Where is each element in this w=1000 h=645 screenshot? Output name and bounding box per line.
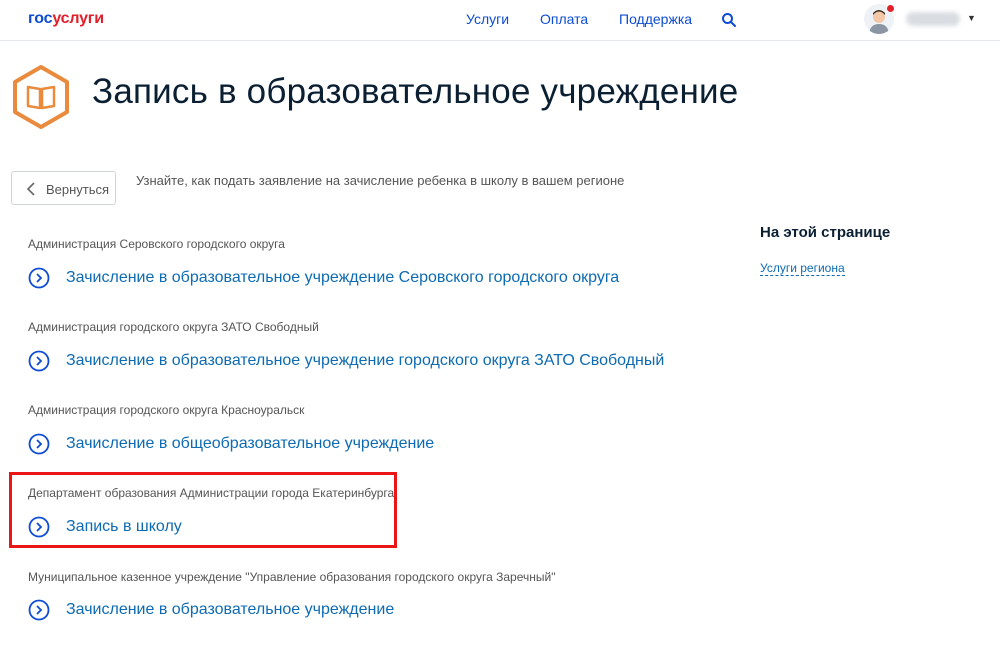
logo-part-2: услуги bbox=[52, 10, 104, 27]
service-link-label: Запись в школу bbox=[66, 518, 182, 535]
chevron-left-icon bbox=[26, 182, 35, 196]
sidebar-title: На этой странице bbox=[760, 224, 891, 241]
sidebar-link-region-services[interactable]: Услуги региона bbox=[760, 261, 845, 276]
service-link-label: Зачисление в общеобразовательное учрежде… bbox=[66, 435, 435, 452]
user-name-blurred[interactable] bbox=[906, 12, 960, 26]
chevron-down-icon[interactable]: ▼ bbox=[967, 13, 976, 23]
nav-support[interactable]: Поддержка bbox=[619, 11, 692, 27]
nav-services[interactable]: Услуги bbox=[466, 11, 509, 27]
org-name: Муниципальное казенное учреждение "Управ… bbox=[28, 570, 556, 584]
top-header: госуслуги Услуги Оплата Поддержка ▼ bbox=[0, 0, 1000, 41]
intro-text: Узнайте, как подать заявление на зачисле… bbox=[136, 173, 625, 188]
chevron-right-circle-icon bbox=[28, 516, 50, 538]
service-link-label: Зачисление в образовательное учреждение bbox=[66, 601, 395, 618]
back-button-label: Вернуться bbox=[46, 182, 110, 197]
highlight-box bbox=[9, 472, 397, 548]
back-button[interactable]: Вернуться bbox=[11, 171, 116, 205]
chevron-right-circle-icon bbox=[28, 433, 50, 455]
org-name: Департамент образования Администрации го… bbox=[28, 486, 395, 500]
chevron-right-circle-icon bbox=[28, 599, 50, 621]
org-name: Администрация городского округа Красноур… bbox=[28, 403, 305, 417]
chevron-right-circle-icon bbox=[28, 267, 50, 289]
logo-part-1: гос bbox=[28, 10, 53, 27]
page-title: Запись в образовательное учреждение bbox=[92, 72, 739, 111]
search-icon[interactable] bbox=[721, 12, 737, 28]
gosuslugi-logo[interactable]: госуслуги bbox=[28, 10, 104, 28]
notification-dot bbox=[886, 4, 895, 13]
nav-payment[interactable]: Оплата bbox=[540, 11, 588, 27]
book-icon bbox=[13, 65, 69, 129]
org-name: Администрация Серовского городского окру… bbox=[28, 237, 285, 251]
chevron-right-circle-icon bbox=[28, 350, 50, 372]
service-link-label: Зачисление в образовательное учреждение … bbox=[66, 352, 665, 369]
service-link-label: Зачисление в образовательное учреждение … bbox=[66, 269, 620, 286]
org-name: Администрация городского округа ЗАТО Сво… bbox=[28, 320, 319, 334]
